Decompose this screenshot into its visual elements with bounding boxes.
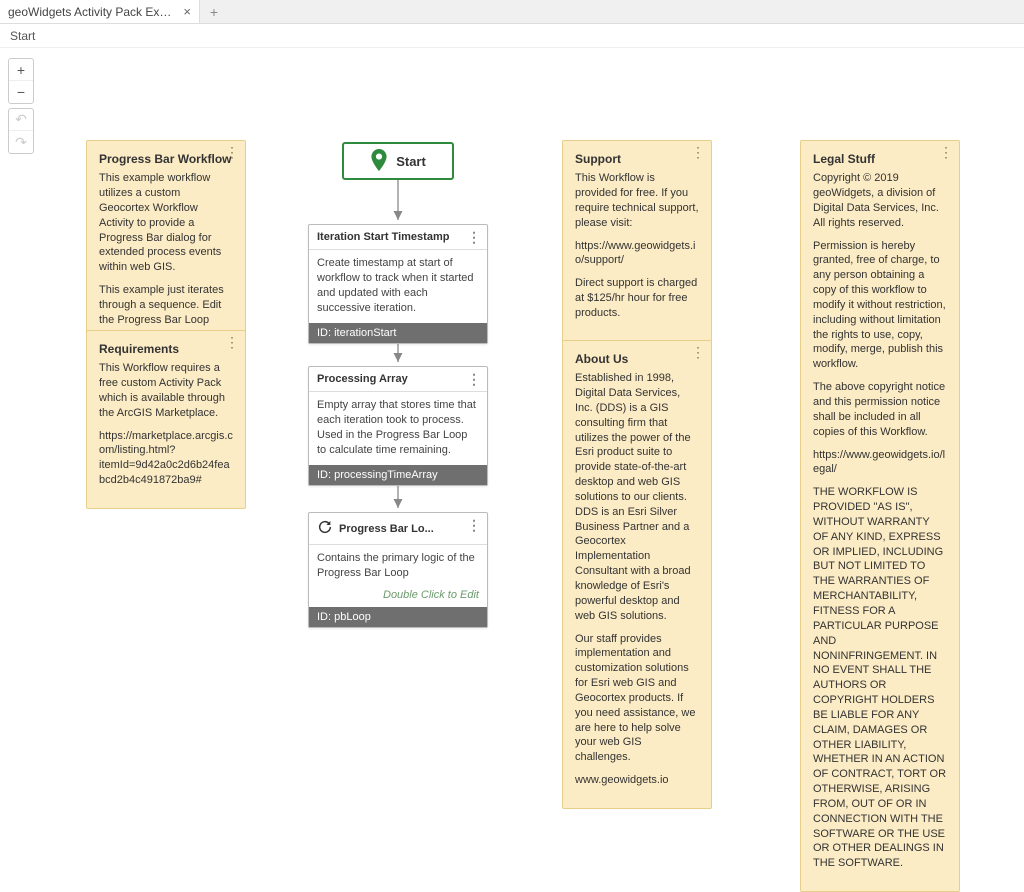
note-legal[interactable]: ⋮ Legal Stuff Copyright © 2019 geoWidget… (800, 140, 960, 892)
note-requirements[interactable]: ⋮ Requirements This Workflow requires a … (86, 330, 246, 509)
note-title: Support (575, 151, 699, 167)
note-title: Legal Stuff (813, 151, 947, 167)
pin-icon (370, 149, 388, 174)
note-text: This example just iterates through a seq… (99, 283, 233, 328)
node-progress-bar-loop[interactable]: Progress Bar Lo... ⋮ Contains the primar… (308, 512, 488, 628)
tab-bar: geoWidgets Activity Pack Exam... × + (0, 0, 1024, 24)
tab-title: geoWidgets Activity Pack Exam... (8, 5, 175, 19)
more-icon[interactable]: ⋮ (467, 371, 481, 388)
node-id: ID: iterationStart (309, 323, 487, 343)
workflow-canvas[interactable]: ⋮ Progress Bar Workflow This example wor… (0, 48, 1024, 768)
more-icon[interactable]: ⋮ (691, 145, 705, 159)
node-id: ID: processingTimeArray (309, 465, 487, 485)
note-text: The above copyright notice and this perm… (813, 380, 947, 439)
note-text: Permission is hereby granted, free of ch… (813, 239, 947, 373)
note-text: Direct support is charged at $125/hr hou… (575, 276, 699, 321)
note-text: This example workflow utilizes a custom … (99, 171, 233, 275)
more-icon[interactable]: ⋮ (939, 145, 953, 159)
note-text: Our staff provides implementation and cu… (575, 632, 699, 766)
new-tab-button[interactable]: + (200, 0, 228, 23)
note-support[interactable]: ⋮ Support This Workflow is provided for … (562, 140, 712, 342)
more-icon[interactable]: ⋮ (225, 335, 239, 349)
toolbar: Start (0, 24, 1024, 48)
node-desc: Create timestamp at start of workflow to… (309, 250, 487, 323)
node-id: ID: pbLoop (309, 607, 487, 627)
note-title: Requirements (99, 341, 233, 357)
note-title: Progress Bar Workflow (99, 151, 233, 167)
node-title: Progress Bar Lo... (339, 523, 434, 535)
note-text: https://www.geowidgets.io/support/ (575, 239, 699, 269)
note-text: Copyright © 2019 geoWidgets, a division … (813, 171, 947, 230)
node-desc: Empty array that stores time that each i… (309, 392, 487, 465)
more-icon[interactable]: ⋮ (691, 345, 705, 359)
node-title: Processing Array (317, 373, 408, 385)
note-text: THE WORKFLOW IS PROVIDED "AS IS", WITHOU… (813, 485, 947, 871)
note-text: This Workflow requires a free custom Act… (99, 361, 233, 420)
node-processing-array[interactable]: Processing Array ⋮ Empty array that stor… (308, 366, 488, 486)
node-title: Iteration Start Timestamp (317, 231, 449, 243)
node-desc: Contains the primary logic of the Progre… (309, 545, 487, 589)
start-node[interactable]: Start (342, 142, 454, 180)
note-title: About Us (575, 351, 699, 367)
note-text: https://marketplace.arcgis.com/listing.h… (99, 429, 233, 488)
note-text: https://www.geowidgets.io/legal/ (813, 448, 947, 478)
start-label: Start (396, 154, 426, 169)
close-icon[interactable]: × (183, 5, 191, 18)
note-text: www.geowidgets.io (575, 773, 699, 788)
more-icon[interactable]: ⋮ (467, 229, 481, 246)
node-hint: Double Click to Edit (309, 589, 487, 607)
node-iteration-start[interactable]: Iteration Start Timestamp ⋮ Create times… (308, 224, 488, 344)
tab-active[interactable]: geoWidgets Activity Pack Exam... × (0, 0, 200, 23)
toolbar-start[interactable]: Start (10, 29, 35, 43)
note-about[interactable]: ⋮ About Us Established in 1998, Digital … (562, 340, 712, 809)
more-icon[interactable]: ⋮ (467, 517, 481, 534)
note-text: This Workflow is provided for free. If y… (575, 171, 699, 230)
note-text: Established in 1998, Digital Data Servic… (575, 371, 699, 623)
loop-icon (317, 519, 333, 538)
more-icon[interactable]: ⋮ (225, 145, 239, 159)
note-workflow[interactable]: ⋮ Progress Bar Workflow This example wor… (86, 140, 246, 349)
